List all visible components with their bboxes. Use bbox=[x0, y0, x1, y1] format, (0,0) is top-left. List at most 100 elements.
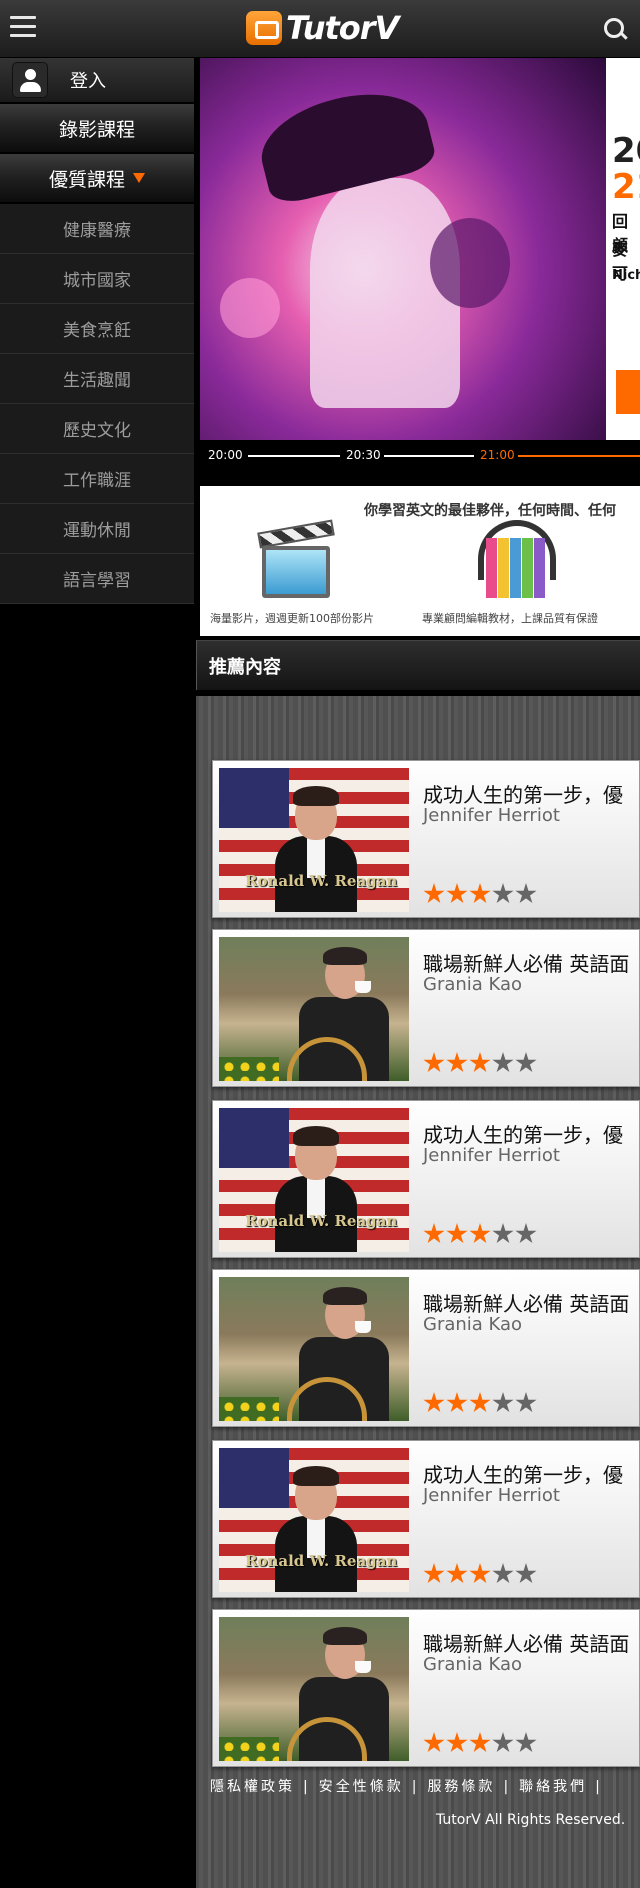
chevron-down-icon bbox=[133, 173, 145, 183]
sidebar-subitem-sports[interactable]: 運動休閒 bbox=[0, 504, 194, 554]
footer-separator: | bbox=[411, 1779, 420, 1795]
logo[interactable]: TutorV bbox=[246, 8, 399, 48]
course-card[interactable]: 職場新鮮人必備 英語面 Grania Kao bbox=[212, 929, 640, 1087]
course-card[interactable]: Ronald W. Reagan 成功人生的第一步，優 Jennifer Her… bbox=[212, 760, 640, 918]
timeline-label: 20:00 bbox=[208, 448, 243, 462]
course-card[interactable]: Ronald W. Reagan 成功人生的第一步，優 Jennifer Her… bbox=[212, 1100, 640, 1258]
course-thumbnail bbox=[219, 1277, 409, 1421]
schedule-timeline: 20:00 20:30 21:00 bbox=[200, 440, 640, 472]
login-button[interactable]: 登入 bbox=[0, 58, 194, 104]
clapperboard-icon bbox=[257, 519, 335, 549]
star-filled-icon bbox=[469, 1052, 491, 1073]
rating-stars bbox=[423, 1223, 538, 1245]
course-thumbnail bbox=[219, 1617, 409, 1761]
course-title: 成功人生的第一步，優 bbox=[423, 1123, 623, 1147]
star-filled-icon bbox=[446, 1563, 468, 1584]
menu-icon[interactable] bbox=[10, 16, 36, 38]
star-filled-icon bbox=[423, 1052, 445, 1073]
course-author: Grania Kao bbox=[423, 1314, 523, 1335]
course-author: Jennifer Herriot bbox=[423, 1485, 560, 1506]
star-filled-icon bbox=[469, 1563, 491, 1584]
star-empty-icon bbox=[515, 883, 537, 904]
copyright-text: TutorV All Rights Reserved. bbox=[436, 1812, 626, 1828]
sidebar-item-recorded-courses[interactable]: 錄影課程 bbox=[0, 104, 194, 154]
star-empty-icon bbox=[492, 1563, 514, 1584]
star-empty-icon bbox=[492, 883, 514, 904]
star-empty-icon bbox=[515, 1223, 537, 1244]
star-empty-icon bbox=[515, 1052, 537, 1073]
tv-logo-icon bbox=[246, 11, 282, 45]
sidebar-subitem-label: 運動休閒 bbox=[63, 521, 131, 541]
thumbnail-caption: Ronald W. Reagan bbox=[245, 872, 398, 890]
star-empty-icon bbox=[492, 1223, 514, 1244]
promo-caption: 專業顧問編輯教材，上課品質有保證 bbox=[422, 612, 598, 625]
footer-link-privacy[interactable]: 隱私權政策 bbox=[210, 1779, 295, 1795]
top-bar: TutorV bbox=[0, 0, 640, 58]
course-title: 成功人生的第一步，優 bbox=[423, 1463, 623, 1487]
star-filled-icon bbox=[469, 1223, 491, 1244]
star-empty-icon bbox=[492, 1732, 514, 1753]
star-filled-icon bbox=[446, 1732, 468, 1753]
star-filled-icon bbox=[446, 1223, 468, 1244]
schedule-button[interactable] bbox=[616, 370, 640, 414]
course-card[interactable]: 職場新鮮人必備 英語面 Grania Kao bbox=[212, 1609, 640, 1767]
footer-link-contact[interactable]: 聯絡我們 bbox=[519, 1779, 587, 1795]
star-filled-icon bbox=[423, 1392, 445, 1413]
banner-image bbox=[200, 58, 606, 440]
sidebar-subitem-language[interactable]: 語言學習 bbox=[0, 554, 194, 604]
sidebar-subitem-label: 城市國家 bbox=[63, 271, 131, 291]
sidebar-subitem-career[interactable]: 工作職涯 bbox=[0, 454, 194, 504]
login-label: 登入 bbox=[70, 71, 106, 92]
timeline-label: 20:30 bbox=[346, 448, 381, 462]
logo-text: TutorV bbox=[286, 9, 399, 47]
course-author: Jennifer Herriot bbox=[423, 1145, 560, 1166]
course-card[interactable]: 職場新鮮人必備 英語面 Grania Kao bbox=[212, 1269, 640, 1427]
footer-link-security[interactable]: 安全性條款 bbox=[319, 1779, 404, 1795]
star-filled-icon bbox=[469, 1392, 491, 1413]
star-filled-icon bbox=[446, 883, 468, 904]
promo-banner[interactable]: 你學習英文的最佳夥伴，任何時間、任何 海量影片，週週更新100部份影片 專業顧問… bbox=[200, 486, 640, 636]
sidebar-subitem-label: 歷史文化 bbox=[63, 421, 131, 441]
main-content: 20 21 回顧 麥可 Nich 20:00 20:30 21:00 你學習英文… bbox=[194, 58, 640, 1888]
footer-separator: | bbox=[503, 1779, 512, 1795]
rating-stars bbox=[423, 1392, 538, 1414]
sidebar-subitem-cities[interactable]: 城市國家 bbox=[0, 254, 194, 304]
schedule-text: Nich bbox=[612, 268, 640, 283]
section-title-text: 推薦內容 bbox=[209, 656, 281, 678]
star-empty-icon bbox=[515, 1392, 537, 1413]
sidebar-subitem-label: 語言學習 bbox=[63, 571, 131, 591]
footer-link-terms[interactable]: 服務條款 bbox=[427, 1779, 495, 1795]
promo-headline: 你學習英文的最佳夥伴，任何時間、任何 bbox=[364, 503, 616, 519]
rating-stars bbox=[423, 1732, 538, 1754]
footer-links: 隱私權政策 | 安全性條款 | 服務條款 | 聯絡我們 | bbox=[210, 1776, 611, 1796]
rating-stars bbox=[423, 883, 538, 905]
sidebar-subitem-life[interactable]: 生活趣聞 bbox=[0, 354, 194, 404]
footer-separator: | bbox=[595, 1779, 603, 1795]
course-title: 職場新鮮人必備 英語面 bbox=[423, 1632, 630, 1656]
sidebar-subitem-label: 美食烹飪 bbox=[63, 321, 131, 341]
course-title: 成功人生的第一步，優 bbox=[423, 783, 623, 807]
sidebar-item-label: 優質課程 bbox=[48, 168, 125, 191]
sidebar-subitem-health[interactable]: 健康醫療 bbox=[0, 204, 194, 254]
timeline-label-active: 21:00 bbox=[480, 448, 515, 462]
course-card[interactable]: Ronald W. Reagan 成功人生的第一步，優 Jennifer Her… bbox=[212, 1440, 640, 1598]
star-empty-icon bbox=[515, 1732, 537, 1753]
sidebar-subitem-food[interactable]: 美食烹飪 bbox=[0, 304, 194, 354]
hero-banner[interactable]: 20 21 回顧 麥可 Nich bbox=[200, 58, 640, 440]
schedule-time-highlight: 21 bbox=[612, 167, 640, 207]
sidebar-item-premium-courses[interactable]: 優質課程 bbox=[0, 154, 194, 204]
rating-stars bbox=[423, 1052, 538, 1074]
sidebar-subitem-history[interactable]: 歷史文化 bbox=[0, 404, 194, 454]
sidebar-item-label: 錄影課程 bbox=[58, 118, 135, 141]
search-icon[interactable] bbox=[604, 18, 628, 42]
star-empty-icon bbox=[492, 1052, 514, 1073]
user-icon bbox=[12, 62, 48, 98]
sidebar-subitem-label: 健康醫療 bbox=[63, 221, 131, 241]
star-filled-icon bbox=[423, 883, 445, 904]
recommend-list: Ronald W. Reagan 成功人生的第一步，優 Jennifer Her… bbox=[196, 696, 640, 1888]
thumbnail-caption: Ronald W. Reagan bbox=[245, 1552, 398, 1570]
course-thumbnail bbox=[219, 937, 409, 1081]
course-thumbnail: Ronald W. Reagan bbox=[219, 768, 409, 912]
course-thumbnail: Ronald W. Reagan bbox=[219, 1448, 409, 1592]
course-thumbnail: Ronald W. Reagan bbox=[219, 1108, 409, 1252]
